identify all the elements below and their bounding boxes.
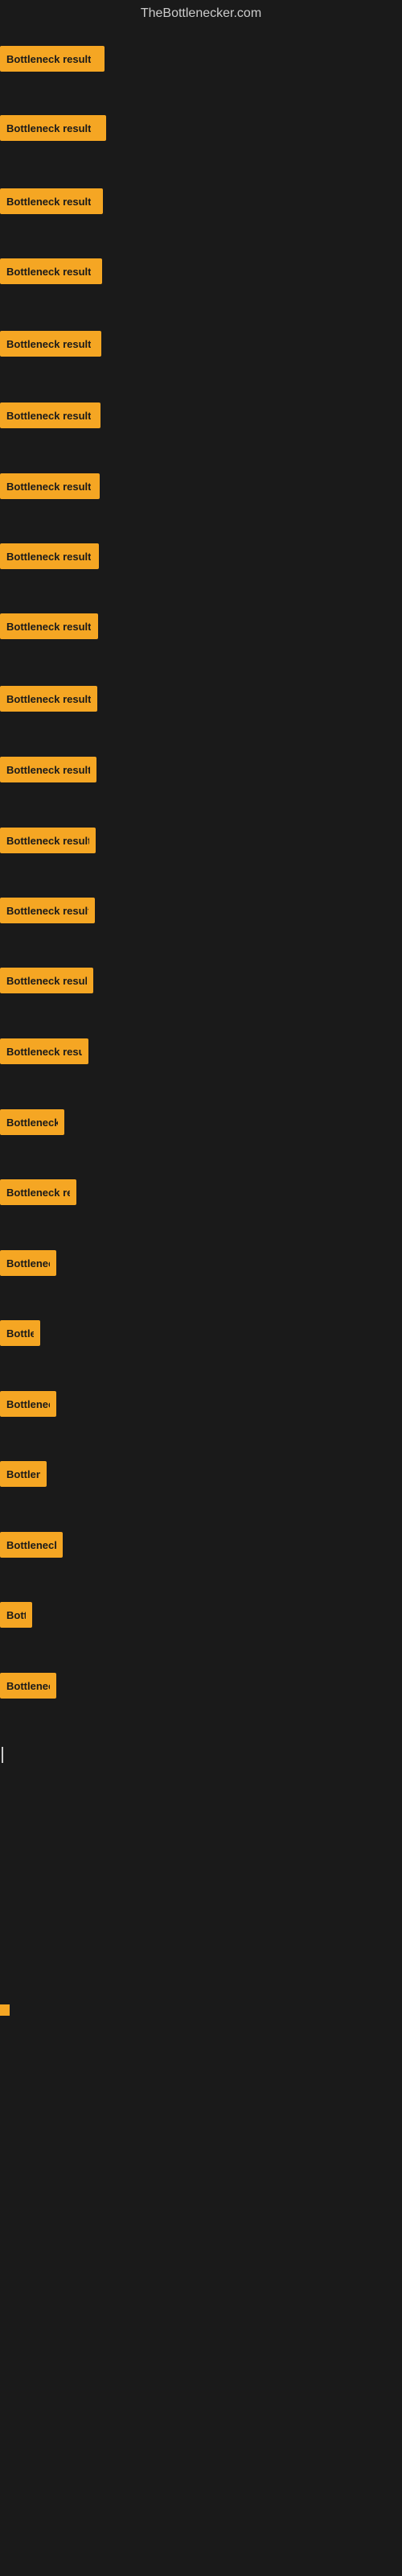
bottleneck-item[interactable]: Bottleneck resu [0,1038,88,1064]
bottleneck-label: Bottlenec [6,1398,50,1410]
bottleneck-label: Bottleneck resu [6,1046,82,1058]
bottleneck-item[interactable]: Bottleneck result [0,331,101,357]
bottleneck-item[interactable]: Bottleneck result [0,757,96,782]
bottleneck-item[interactable]: Bottleneck [0,1109,64,1135]
bottleneck-label: Bottleneck result [6,621,91,633]
bottleneck-label: Bottleneck [6,1539,56,1551]
bottleneck-label: Bottlenec [6,1257,50,1269]
bottleneck-label: Bottlenec [6,1680,50,1692]
bottleneck-label: Bottleneck result [6,410,91,422]
site-title: TheBottlenecker.com [0,0,402,27]
bottleneck-item[interactable]: Bottleneck [0,1532,63,1558]
bottleneck-item[interactable]: Bottleneck result [0,188,103,214]
bottleneck-label: Bottleneck result [6,53,91,65]
bottleneck-item[interactable]: Bottleneck result [0,258,102,284]
bottleneck-label: Bottleneck result [6,905,88,917]
bottleneck-item[interactable]: Bottle [0,1320,40,1346]
bottleneck-item[interactable]: Bottleneck result [0,46,105,72]
bottleneck-label: Bottleneck result [6,835,89,847]
bottleneck-label: Bottlen [6,1468,40,1480]
bottleneck-label: Bottleneck re [6,1187,70,1199]
bottleneck-item[interactable]: Bottlenec [0,1250,56,1276]
bottleneck-label: Bottleneck result [6,764,90,776]
bottleneck-label: Bottleneck result [6,693,91,705]
bottleneck-label: Bottleneck result [6,975,87,987]
bottleneck-label: Bottleneck result [6,196,91,208]
bottleneck-item[interactable]: Bottleneck result [0,828,96,853]
bottleneck-label: Bottleneck result [6,122,91,134]
bottleneck-label: Bottleneck result [6,266,91,278]
bottleneck-item[interactable]: Bottleneck re [0,1179,76,1205]
bottleneck-item[interactable]: Bottlen [0,1461,47,1487]
bottleneck-item[interactable]: Bottleneck result [0,473,100,499]
bottleneck-item[interactable]: Bott [0,1602,32,1628]
bottleneck-item[interactable]: Bottlenec [0,1673,56,1699]
bottleneck-label: Bott [6,1609,26,1621]
bottleneck-label: Bottleneck result [6,481,91,493]
bottleneck-item[interactable]: Bottleneck result [0,402,100,428]
bottleneck-label: Bottleneck result [6,551,91,563]
bottleneck-item[interactable]: Bottleneck result [0,543,99,569]
bottleneck-item[interactable]: Bottleneck result [0,115,106,141]
small-rect [0,2004,10,2016]
bottleneck-label: Bottleneck [6,1117,58,1129]
bottleneck-label: Bottleneck result [6,338,91,350]
bottleneck-item[interactable]: Bottlenec [0,1391,56,1417]
bottleneck-item[interactable]: Bottleneck result [0,686,97,712]
bottleneck-item[interactable]: Bottleneck result [0,613,98,639]
bottleneck-item[interactable]: Bottleneck result [0,898,95,923]
cursor-line [2,1747,3,1763]
bottleneck-label: Bottle [6,1327,34,1340]
bottleneck-item[interactable]: Bottleneck result [0,968,93,993]
